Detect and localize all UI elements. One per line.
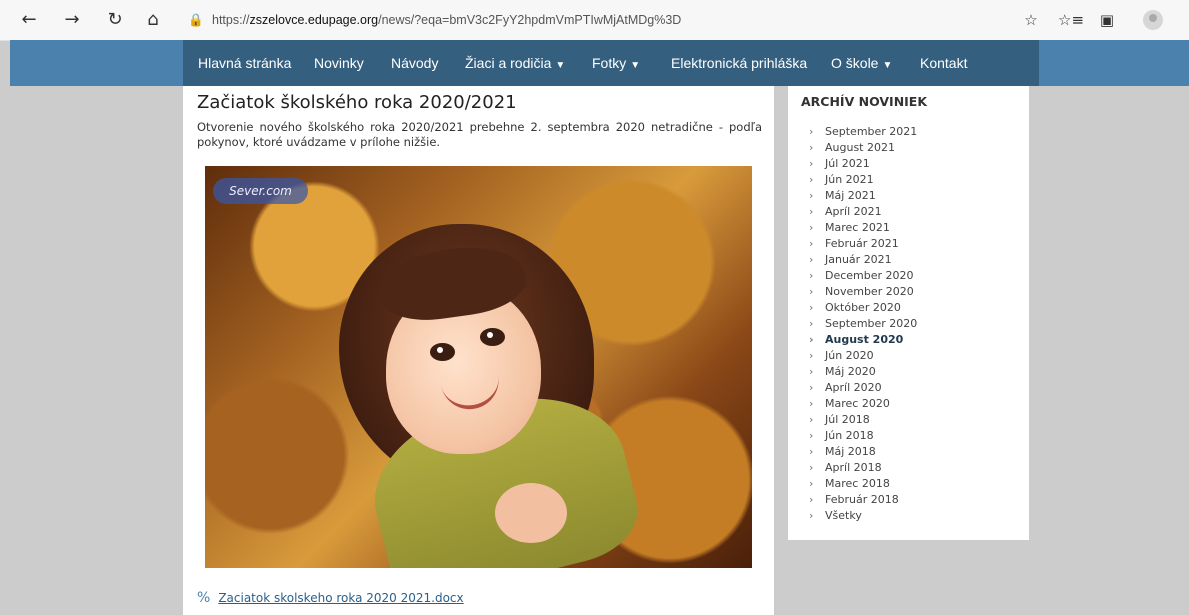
archive-item[interactable]: Máj 2018 [809,444,917,460]
nav-item-home[interactable]: Hlavná stránka [198,40,291,86]
caret-down-icon: ▼ [882,60,893,71]
article-photo[interactable]: Sever.com [205,166,752,568]
archive-item[interactable]: November 2020 [809,284,917,300]
caret-down-icon: ▼ [555,60,566,71]
left-eye [430,343,455,361]
watermark-logo: Sever.com [213,178,308,204]
right-eye [480,328,505,346]
archive-item[interactable]: Júl 2018 [809,412,917,428]
nav-item-contact[interactable]: Kontakt [920,40,967,86]
article-text: Otvorenie nového školského roka 2020/202… [197,120,762,149]
attachment-link[interactable]: % Zaciatok skolskeho roka 2020 2021.docx [197,590,464,606]
site-menubar: Hlavná stránka Novinky Návody Žiaci a ro… [10,40,1189,86]
archive-item[interactable]: Jún 2020 [809,348,917,364]
nav-item-label: Hlavná stránka [198,55,292,71]
news-archive-sidebar: ARCHÍV NOVINIEK September 2021 August 20… [788,86,1029,540]
page-gap [774,86,788,615]
profile-avatar[interactable] [1143,10,1163,30]
browser-toolbar: ← → ↻ ⌂ 🔒 https://zszelovce.edupage.org/… [0,0,1189,41]
sidebar-title: ARCHÍV NOVINIEK [801,94,928,109]
archive-item[interactable]: Marec 2021 [809,220,917,236]
archive-item[interactable]: Apríl 2021 [809,204,917,220]
archive-item[interactable]: Október 2020 [809,300,917,316]
archive-item[interactable]: Jún 2021 [809,172,917,188]
nav-item-students-parents[interactable]: Žiaci a rodičia ▼ [465,40,565,86]
nav-item-label: Novinky [314,55,364,71]
archive-item[interactable]: Apríl 2018 [809,460,917,476]
caret-down-icon: ▼ [630,60,641,71]
archive-list: September 2021 August 2021 Júl 2021 Jún … [809,124,917,524]
archive-item[interactable]: Február 2021 [809,236,917,252]
favorites-list-icon[interactable]: ☆≡ [1058,8,1084,32]
collections-icon[interactable]: ▣ [1095,8,1119,32]
reload-icon[interactable]: ↻ [103,8,127,32]
nav-item-label: Návody [391,55,439,71]
favorite-star-icon[interactable]: ☆ [1019,8,1043,32]
forward-icon[interactable]: → [60,8,84,32]
url-path: /news/?eqa=bmV3c2FyY2hpdmVmPTIwMjAtMDg%3… [378,13,682,27]
archive-item-active[interactable]: August 2020 [809,332,917,348]
archive-item[interactable]: Jún 2018 [809,428,917,444]
archive-item[interactable]: Marec 2018 [809,476,917,492]
article-title: Začiatok školského roka 2020/2021 [197,92,517,113]
main-nav: Hlavná stránka Novinky Návody Žiaci a ro… [183,40,1039,86]
back-icon[interactable]: ← [17,8,41,32]
archive-item[interactable]: December 2020 [809,268,917,284]
url-prefix: https:// [212,13,250,27]
nav-item-label: Žiaci a rodičia [465,55,552,71]
nav-item-guides[interactable]: Návody [391,40,438,86]
url-domain: zszelovce.edupage.org [249,13,379,27]
archive-item[interactable]: Február 2018 [809,492,917,508]
page-background-right [1029,86,1189,615]
news-article: Začiatok školského roka 2020/2021 Otvore… [183,86,774,615]
nav-item-e-application[interactable]: Elektronická prihláška [671,40,807,86]
url-text[interactable]: https://zszelovce.edupage.org/news/?eqa=… [212,7,681,33]
archive-item[interactable]: September 2021 [809,124,917,140]
archive-item[interactable]: Júl 2021 [809,156,917,172]
nav-item-photos[interactable]: Fotky ▼ [592,40,640,86]
archive-item[interactable]: Marec 2020 [809,396,917,412]
nav-item-about-school[interactable]: O škole ▼ [831,40,892,86]
attachment-icon: % [197,590,211,606]
archive-item[interactable]: Všetky [809,508,917,524]
nav-item-label: Kontakt [920,55,968,71]
nav-item-label: Fotky [592,55,627,71]
archive-item[interactable]: September 2020 [809,316,917,332]
archive-item[interactable]: Máj 2021 [809,188,917,204]
nav-item-news[interactable]: Novinky [314,40,364,86]
archive-item[interactable]: August 2021 [809,140,917,156]
archive-item[interactable]: Január 2021 [809,252,917,268]
attachment-name[interactable]: Zaciatok skolskeho roka 2020 2021.docx [218,591,463,605]
address-bar[interactable]: 🔒 https://zszelovce.edupage.org/news/?eq… [188,7,1008,33]
lock-icon: 🔒 [188,13,204,27]
child-hand [495,483,567,543]
page-background [10,86,183,615]
archive-item[interactable]: Máj 2020 [809,364,917,380]
nav-item-label: Elektronická prihláška [671,55,808,71]
nav-item-label: O škole [831,55,879,71]
home-icon[interactable]: ⌂ [141,8,165,32]
archive-item[interactable]: Apríl 2020 [809,380,917,396]
